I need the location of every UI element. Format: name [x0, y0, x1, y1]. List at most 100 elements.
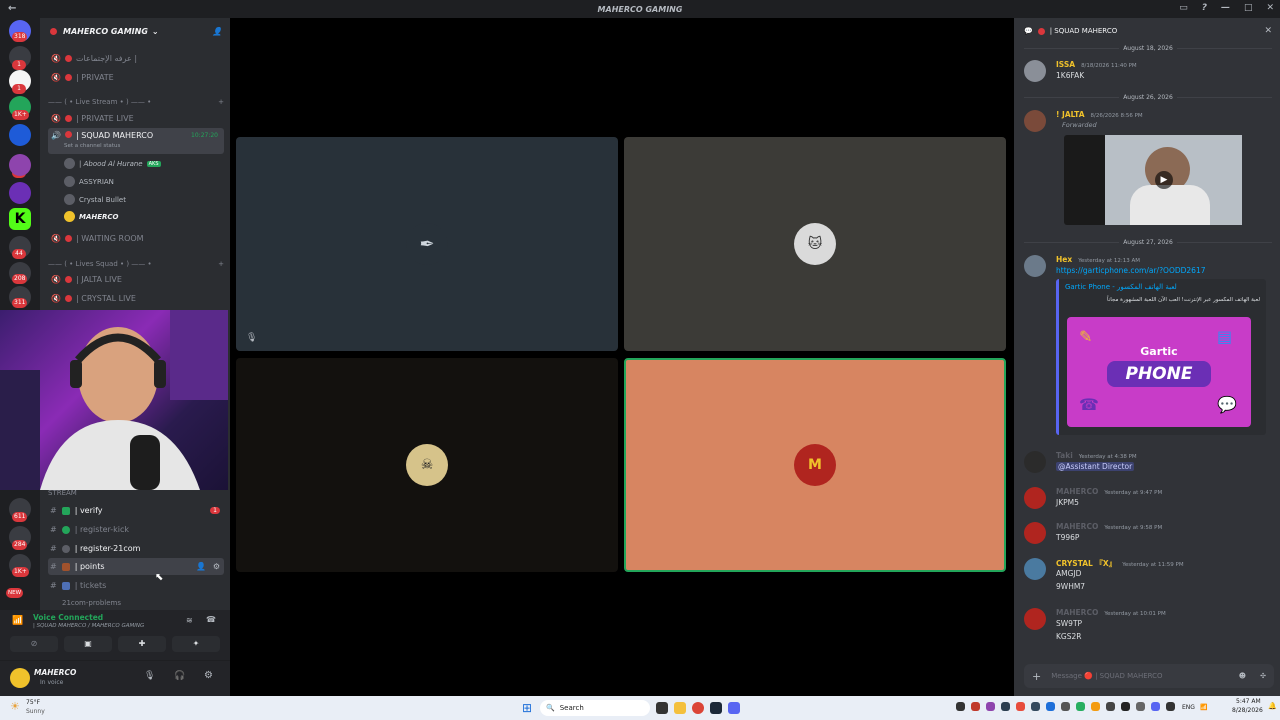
file-explorer-icon[interactable] [674, 702, 686, 714]
steam-icon[interactable] [710, 702, 722, 714]
headphones-icon[interactable]: 🎧 [174, 671, 185, 681]
microphone-icon[interactable]: 🎙 [144, 671, 155, 681]
help-icon[interactable]: ? [1202, 3, 1207, 13]
notification-bell-icon[interactable]: 🔔 [1268, 702, 1277, 710]
gear-icon[interactable]: ⚙ [213, 562, 220, 571]
search-box[interactable]: 🔍 Search [540, 700, 650, 716]
language-indicator[interactable]: ENG [1182, 704, 1195, 711]
add-attachment-icon[interactable]: + [1032, 670, 1041, 683]
voice-channel[interactable]: 🔇 | WAITING ROOM [48, 230, 224, 247]
inbox-icon[interactable]: ▭ [1179, 3, 1188, 13]
guild-badge: 208 [12, 274, 28, 284]
wifi-icon[interactable]: 📶 [1200, 704, 1207, 711]
speaker-icon: 🔇 [51, 275, 61, 284]
category-header[interactable]: STREAM [48, 489, 77, 497]
maximize-button[interactable]: □ [1244, 3, 1253, 13]
tray-app-icon[interactable] [1001, 702, 1010, 711]
embed-title[interactable]: Gartic Phone - لعبة الهاتف المكسور [1065, 283, 1177, 291]
voice-channel-active[interactable]: 🔊 | SQUAD MAHERCO 10:27:20 Set a channel… [48, 128, 224, 154]
tray-app-icon[interactable] [1046, 702, 1055, 711]
text-channel[interactable]: # | register-21com [48, 540, 224, 557]
task-view-icon[interactable] [656, 702, 668, 714]
chrome-icon[interactable] [692, 702, 704, 714]
user-panel: MAHERCO In voice 🎙 🎧 ⚙ [0, 660, 230, 696]
author-name: MAHERCO [1056, 608, 1099, 617]
voice-channel[interactable]: 🔇 | JALTA LIVE [48, 271, 224, 288]
screen-share-button[interactable]: ▣ [64, 636, 112, 652]
category-header[interactable]: —— ( • Lives Squad • ) —— • + [48, 260, 224, 268]
add-channel-icon[interactable]: + [218, 260, 224, 268]
status-dot [65, 295, 72, 302]
voice-location[interactable]: | SQUAD MAHERCO / MAHERCO GAMING [33, 623, 144, 629]
text-channel[interactable]: 21com-problems [62, 599, 121, 607]
back-arrow-icon[interactable]: ← [8, 3, 16, 14]
voice-channel[interactable]: 🔇 | PRIVATE LIVE [48, 110, 224, 127]
tray-app-icon[interactable] [1061, 702, 1070, 711]
emoji-icon[interactable]: ☻ [1239, 672, 1246, 680]
chevron-up-icon[interactable] [1166, 702, 1175, 711]
voice-member[interactable]: Crystal Bullet [64, 194, 126, 205]
tray-app-icon[interactable] [1076, 702, 1085, 711]
channel-status[interactable]: Set a channel status [64, 143, 120, 149]
tray-app-icon[interactable] [1091, 702, 1100, 711]
text-channel[interactable]: # | verify 1 [48, 502, 224, 519]
guild-icon[interactable] [9, 124, 31, 146]
paper-icon: ▤ [1217, 327, 1233, 346]
text-channel[interactable]: # | register-kick [48, 521, 224, 538]
voice-channel[interactable]: 🔇 | PRIVATE [48, 69, 224, 86]
message-link[interactable]: https://garticphone.com/ar/?OODD2617 [1056, 266, 1206, 275]
server-header[interactable]: MAHERCO GAMING ⌄ 👤 [40, 18, 230, 44]
noise-suppression-icon[interactable]: ≋ [186, 616, 193, 625]
voice-channel[interactable]: 🔇 عرفه الإجتماعات | [48, 50, 224, 67]
avatar[interactable] [10, 668, 30, 688]
tray-app-icon[interactable] [956, 702, 965, 711]
discord-icon[interactable] [728, 702, 740, 714]
tray-app-icon[interactable] [1136, 702, 1145, 711]
soundboard-button[interactable]: ✦ [172, 636, 220, 652]
tray-app-icon[interactable] [1151, 702, 1160, 711]
voice-member[interactable]: | Abood Al Hurane AKS [64, 158, 161, 169]
clock-time[interactable]: 5:47 AM [1236, 698, 1261, 705]
activities-button[interactable]: ✚ [118, 636, 166, 652]
participant-tile-speaking[interactable]: M [624, 358, 1006, 572]
member-name: ASSYRIAN [79, 177, 114, 186]
participant-tile[interactable]: ✒ 🎙 [236, 137, 618, 351]
video-attachment[interactable]: ▶ [1064, 135, 1242, 225]
participant-tile[interactable]: 🐱 [624, 137, 1006, 351]
embed-image[interactable]: ✎ ▤ ☎ 💬 Gartic PHONE [1067, 317, 1251, 427]
apps-icon[interactable]: ✣ [1260, 672, 1266, 680]
participant-tile[interactable]: ☠ [236, 358, 618, 572]
tray-app-icon[interactable] [1121, 702, 1130, 711]
weather-icon[interactable]: ☀ [10, 700, 20, 713]
minimize-button[interactable]: — [1221, 3, 1230, 13]
voice-member[interactable]: MAHERCO [64, 211, 119, 222]
tray-app-icon[interactable] [1031, 702, 1040, 711]
tray-app-icon[interactable] [1016, 702, 1025, 711]
guild-icon[interactable] [9, 154, 31, 176]
voice-channel[interactable]: 🔇 | CRYSTAL LIVE [48, 290, 224, 307]
play-icon[interactable]: ▶ [1155, 171, 1173, 189]
voice-member[interactable]: ASSYRIAN [64, 176, 114, 187]
windows-start-icon[interactable]: ⊞ [522, 701, 532, 715]
text-channel[interactable]: # | tickets [48, 577, 224, 594]
close-icon[interactable]: ✕ [1264, 26, 1272, 36]
signal-icon[interactable]: 📶 [12, 616, 23, 626]
text-channel-hover[interactable]: # | points 👤 ⚙ [48, 558, 224, 575]
add-member-icon[interactable]: 👤 [212, 27, 222, 36]
invite-icon[interactable]: 👤 [196, 562, 206, 571]
disconnect-icon[interactable]: ☎ [206, 615, 216, 624]
guild-icon[interactable] [9, 182, 31, 204]
tray-app-icon[interactable] [986, 702, 995, 711]
tray-app-icon[interactable] [1106, 702, 1115, 711]
status-dot [65, 276, 72, 283]
camera-button[interactable]: ⊘ [10, 636, 58, 652]
category-header[interactable]: —— ( • Live Stream • ) —— • + [48, 98, 224, 106]
mention[interactable]: @Assistant Director [1056, 462, 1135, 471]
close-button[interactable]: ✕ [1266, 3, 1274, 13]
tray-app-icon[interactable] [971, 702, 980, 711]
add-channel-icon[interactable]: + [218, 98, 224, 106]
clock-date[interactable]: 8/28/2026 [1232, 707, 1263, 714]
message-input[interactable]: + Message 🔴 | SQUAD MAHERCO ☻ ✣ [1024, 664, 1274, 688]
gear-icon[interactable]: ⚙ [204, 670, 213, 681]
kick-guild-icon[interactable]: K [9, 208, 31, 230]
